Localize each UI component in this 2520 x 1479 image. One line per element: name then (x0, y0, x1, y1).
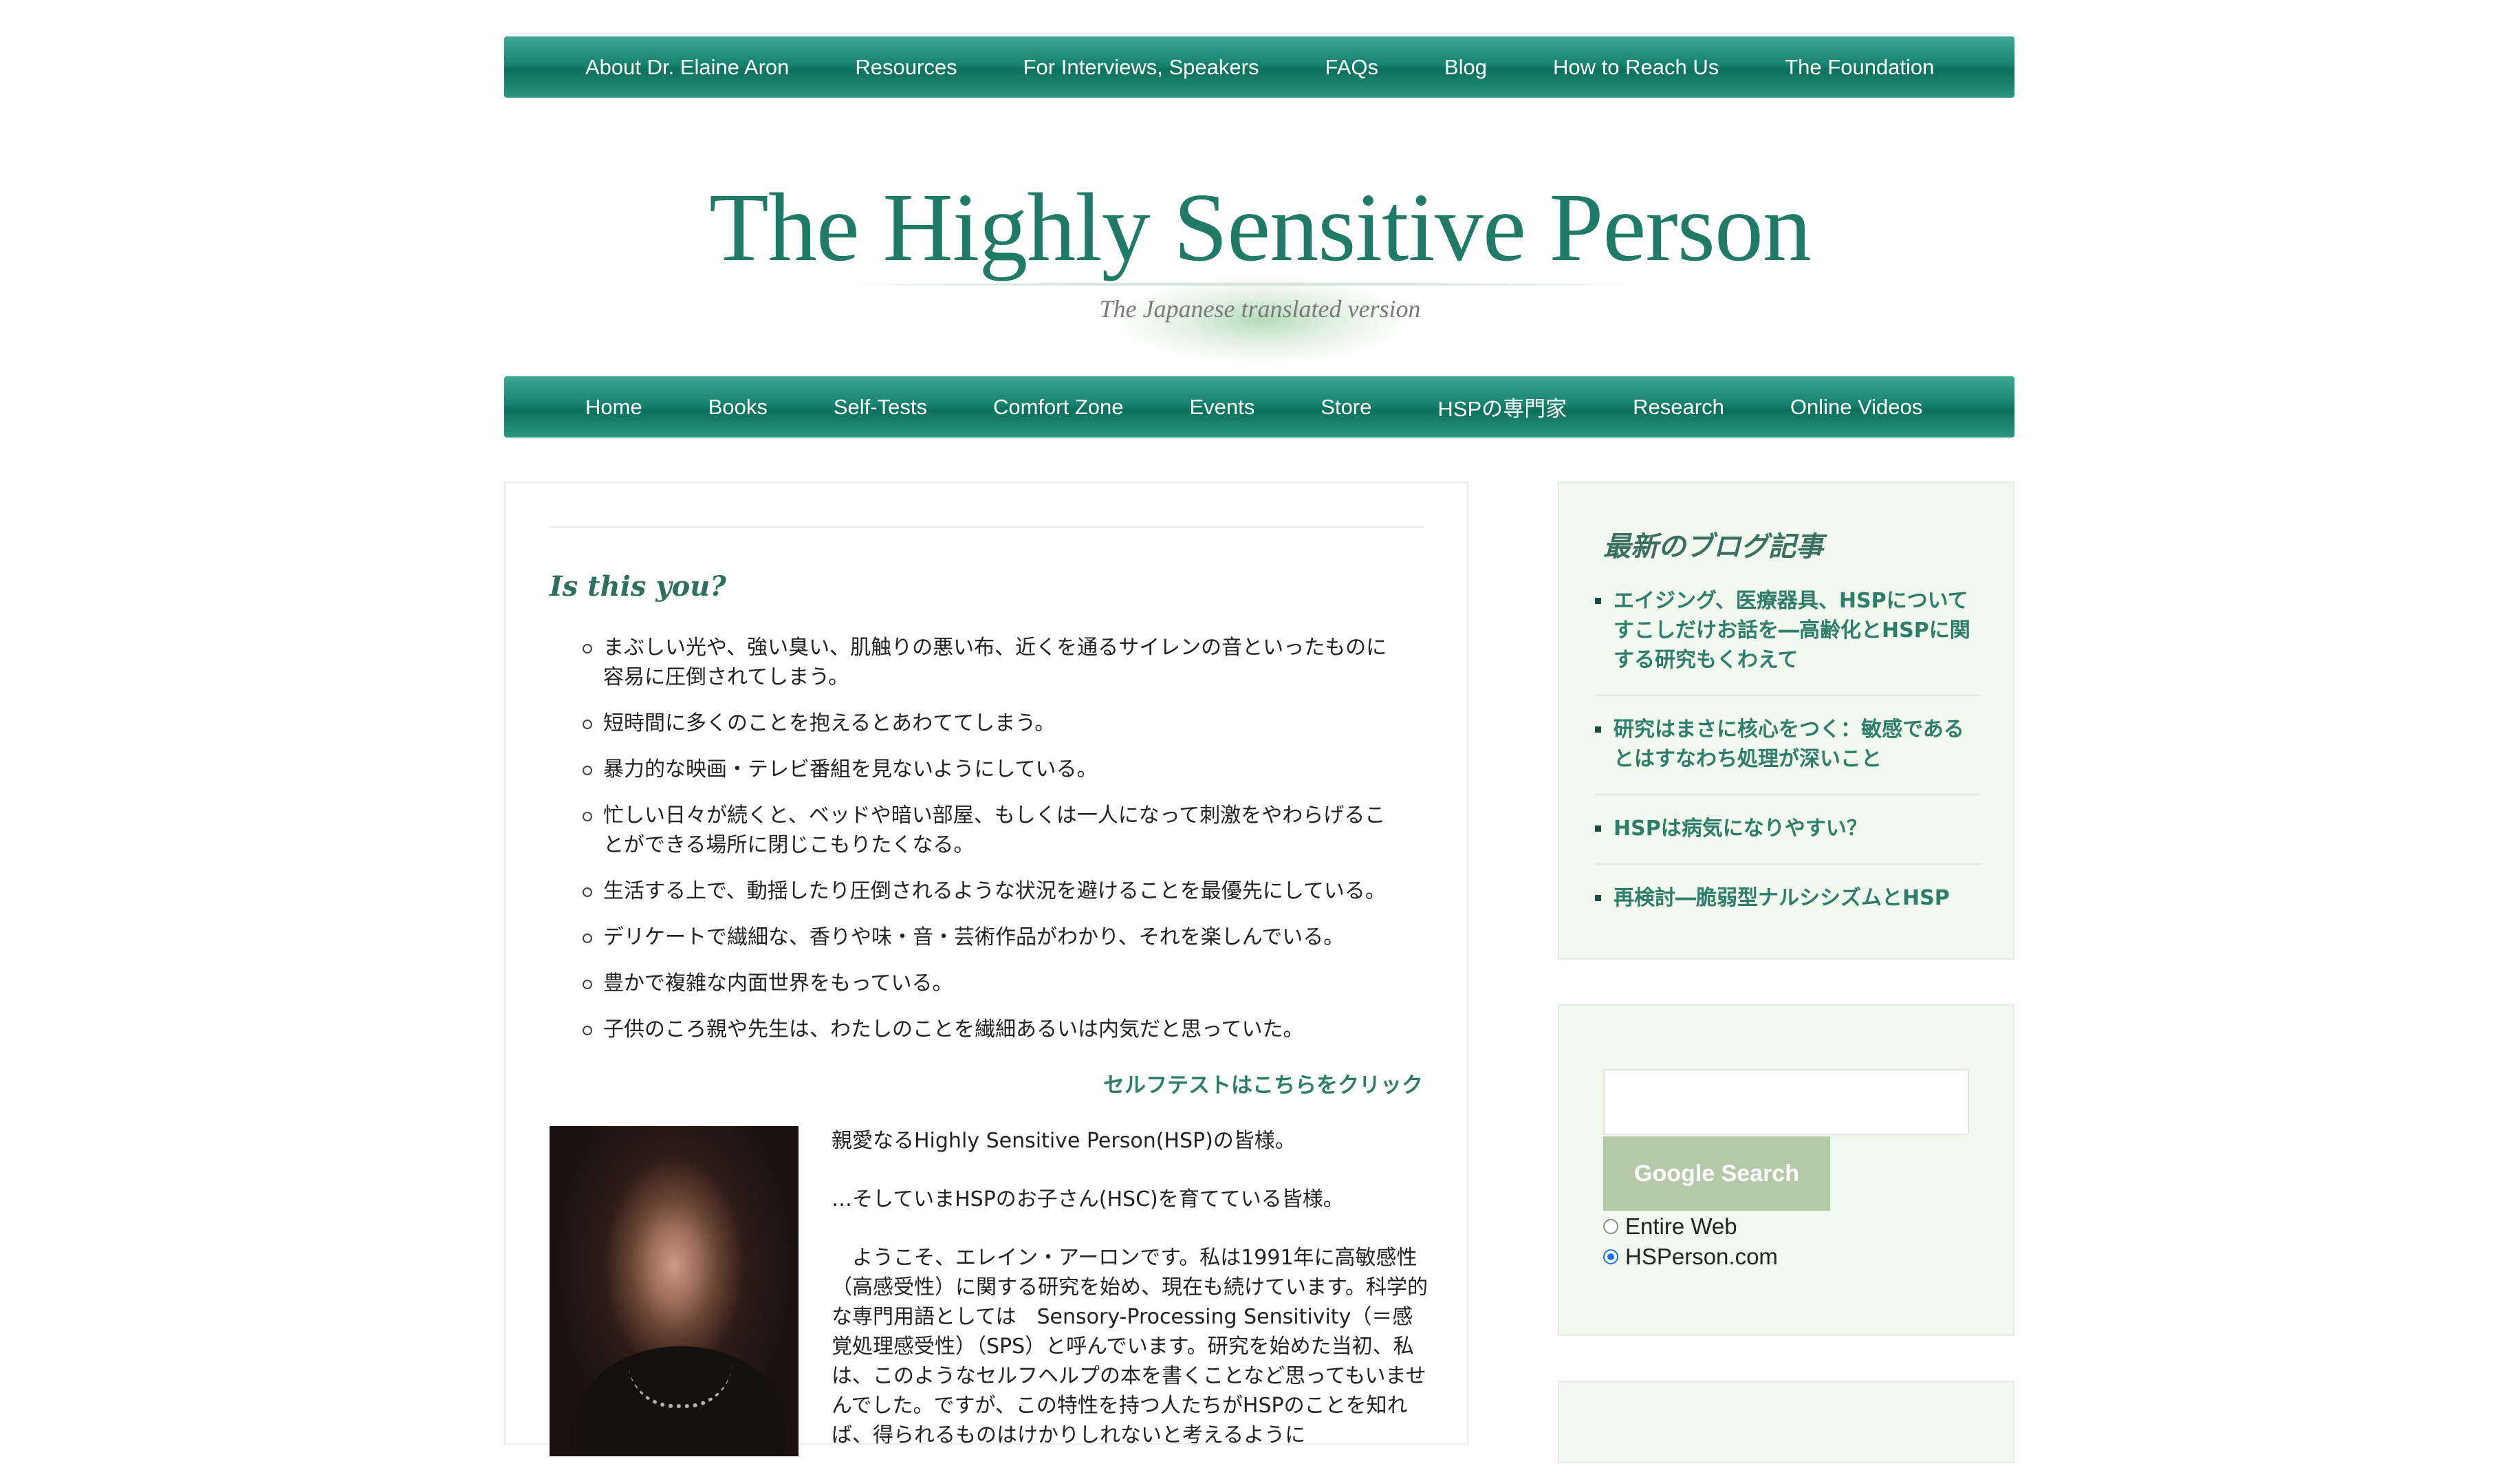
nav-home[interactable]: Home (585, 395, 642, 420)
nav-events[interactable]: Events (1190, 395, 1255, 420)
nav-resources[interactable]: Resources (855, 55, 957, 80)
nav-comfort-zone[interactable]: Comfort Zone (993, 395, 1124, 420)
author-portrait (550, 1126, 799, 1456)
radio-hsperson[interactable]: HSPerson.com (1603, 1244, 1778, 1270)
main-navigation: Home Books Self-Tests Comfort Zone Event… (504, 376, 2014, 438)
radio-label: HSPerson.com (1625, 1244, 1778, 1269)
nav-store[interactable]: Store (1321, 395, 1371, 420)
site-search-widget: Google Search Entire Web HSPerson.com (1558, 1004, 2014, 1336)
intro-paragraph: …そしていまHSPのお子さん(HSC)を育てている皆様。 (832, 1187, 1344, 1211)
self-test-link[interactable]: セルフテストはこちらをクリック (1103, 1068, 1423, 1099)
site-subtitle: The Japanese translated version (1099, 295, 1421, 323)
blog-post-list: エイジング、医療器具、HSPについてすこしだけお話を―高齢化とHSPに関する研究… (1595, 586, 1980, 951)
list-item: HSPは病気になりやすい？ (1595, 814, 1980, 865)
site-title[interactable]: The Highly Sensitive Person (0, 169, 2520, 285)
top-navigation: About Dr. Elaine Aron Resources For Inte… (504, 36, 2014, 98)
radio-label: Entire Web (1625, 1213, 1737, 1239)
checklist-item: 忙しい日々が続くと、ベッドや暗い部屋、もしくは一人になって刺激をやわらげることが… (583, 801, 1394, 860)
radio-button[interactable] (1603, 1219, 1618, 1234)
nav-research[interactable]: Research (1633, 395, 1724, 420)
main-content: Is this you? まぶしい光や、強い臭い、肌触りの悪い布、近くを通るサイ… (504, 482, 1468, 1456)
radio-button-selected[interactable] (1603, 1249, 1618, 1264)
nav-books[interactable]: Books (708, 395, 768, 420)
nav-foundation[interactable]: The Foundation (1785, 55, 1934, 80)
checklist-item: 短時間に多くのことを抱えるとあわててしまう。 (583, 709, 1394, 738)
page: About Dr. Elaine Aron Resources For Inte… (0, 0, 2520, 1463)
nav-faqs[interactable]: FAQs (1325, 55, 1378, 80)
nav-blog[interactable]: Blog (1444, 55, 1487, 80)
sidebar-widget (1558, 1381, 2014, 1463)
recent-blog-posts: 最新のブログ記事 エイジング、医療器具、HSPについてすこしだけお話を―高齢化と… (1558, 482, 2014, 960)
checklist-item: 生活する上で、動揺したり圧倒されるような状況を避けることを最優先にしている。 (583, 876, 1394, 906)
checklist-item: まぶしい光や、強い臭い、肌触りの悪い布、近くを通るサイレンの音といったものに容易… (583, 633, 1394, 692)
nav-hsp-experts[interactable]: HSPの専門家 (1437, 391, 1567, 422)
blog-post-link[interactable]: 研究はまさに核心をつく：敏感であるとはすなわち処理が深いこと (1614, 717, 1964, 771)
checklist-item: デリケートで繊細な、香りや味・音・芸術作品がわかり、それを楽しんでいる。 (583, 922, 1394, 952)
content-divider (550, 526, 1423, 528)
radio-entire-web[interactable]: Entire Web (1603, 1213, 1737, 1240)
list-item: 再検討―脆弱型ナルシシズムとHSP (1595, 883, 1980, 933)
checklist-item: 子供のころ親や先生は、わたしのことを繊細あるいは内気だと思っていた。 (583, 1015, 1394, 1044)
checklist-item: 豊かで複雑な内面世界をもっている。 (583, 969, 1394, 998)
checklist-heading: Is this you? (550, 570, 726, 603)
list-item: 研究はまさに核心をつく：敏感であるとはすなわち処理が深いこと (1595, 715, 1980, 795)
nav-about[interactable]: About Dr. Elaine Aron (585, 55, 789, 80)
nav-interviews-speakers[interactable]: For Interviews, Speakers (1023, 55, 1259, 80)
blog-post-link[interactable]: エイジング、医療器具、HSPについてすこしだけお話を―高齢化とHSPに関する研究… (1614, 589, 1970, 672)
search-input[interactable] (1603, 1069, 1969, 1135)
blog-post-link[interactable]: HSPは病気になりやすい？ (1614, 817, 1867, 841)
checklist-item: 暴力的な映画・テレビ番組を見ないようにしている。 (583, 755, 1394, 784)
nav-online-videos[interactable]: Online Videos (1790, 395, 1922, 420)
nav-contact[interactable]: How to Reach Us (1553, 55, 1719, 80)
intro-paragraph: ようこそ、エレイン・アーロンです。私は1991年に高敏感性（高感受性）に関する研… (832, 1246, 1428, 1447)
blog-post-link[interactable]: 再検討―脆弱型ナルシシズムとHSP (1614, 886, 1950, 910)
hsp-checklist: まぶしい光や、強い臭い、肌触りの悪い布、近くを通るサイレンの音といったものに容易… (583, 633, 1394, 1061)
blog-widget-title: 最新のブログ記事 (1603, 530, 1823, 563)
intro-paragraph: 親愛なるHighly Sensitive Person(HSP)の皆様。 (832, 1129, 1296, 1153)
google-search-button[interactable]: Google Search (1603, 1136, 1830, 1211)
nav-self-tests[interactable]: Self-Tests (834, 395, 927, 420)
intro-text: 親愛なるHighly Sensitive Person(HSP)の皆様。 …そし… (832, 1126, 1430, 1479)
list-item: エイジング、医療器具、HSPについてすこしだけお話を―高齢化とHSPに関する研究… (1595, 586, 1980, 696)
